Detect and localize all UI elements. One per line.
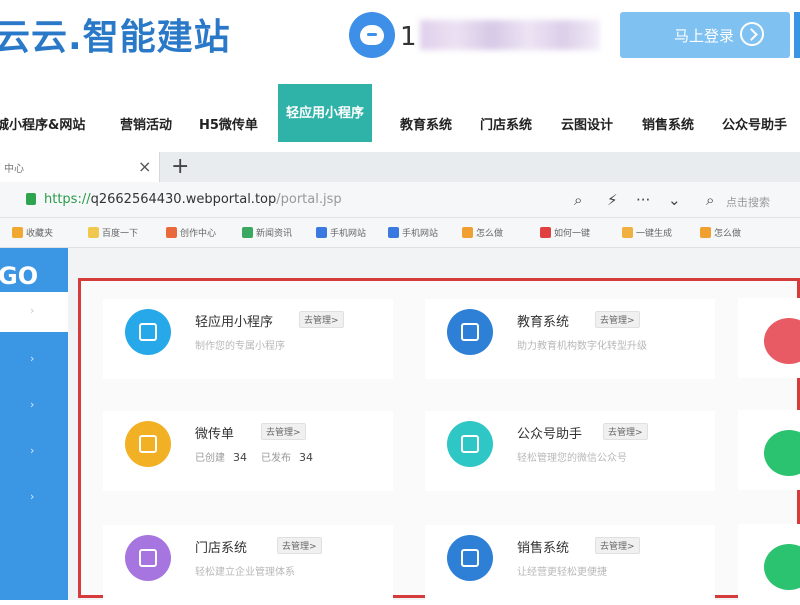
brand-title: 云云.智能建站: [0, 17, 231, 58]
card-title: 门店系统: [195, 541, 248, 556]
card-title: 教育系统: [517, 315, 570, 330]
card-desc: 助力教育机构数字化转型升级: [517, 341, 647, 352]
document-icon: [125, 421, 171, 467]
nav-item-h5-flyer[interactable]: H5微传单: [199, 106, 258, 146]
product-card-official-account[interactable]: 公众号助手 去管理> 轻松管理您的微信公众号: [425, 411, 715, 491]
bookmark-item[interactable]: 手机网站: [316, 226, 366, 239]
nav-item-sales[interactable]: 销售系统: [642, 106, 694, 146]
card-title: 微传单: [195, 427, 235, 442]
product-card-store[interactable]: 门店系统 去管理> 轻松建立企业管理体系: [103, 525, 393, 605]
more-icon[interactable]: ···: [636, 191, 650, 209]
url-field[interactable]: https://q2662564430.webportal.top/portal…: [44, 192, 342, 207]
bookmark-item[interactable]: 创作中心: [166, 226, 216, 239]
browser-tab-strip: 中心 × +: [0, 152, 800, 182]
bookmark-item[interactable]: 收藏夹: [12, 226, 53, 239]
search-icon: ⌕: [706, 191, 715, 209]
nav-item-light-app[interactable]: 轻应用小程序: [278, 84, 373, 142]
product-card-partial[interactable]: [738, 410, 800, 490]
login-button-label: 马上登录: [674, 26, 735, 45]
bookmark-item[interactable]: 百度一下: [88, 226, 138, 239]
close-icon[interactable]: ×: [138, 157, 151, 176]
chevron-right-icon: ›: [30, 304, 35, 317]
book-icon: [447, 309, 493, 355]
account-name-blurred: [420, 20, 600, 50]
card-title: 轻应用小程序: [195, 315, 274, 330]
chevron-right-icon[interactable]: ›: [30, 444, 34, 457]
chat-icon: [447, 421, 493, 467]
card-desc: 让经营更轻松更便捷: [517, 567, 607, 578]
manage-badge[interactable]: 去管理>: [595, 537, 640, 554]
header-edge-strip: [794, 12, 800, 58]
product-card-light-app[interactable]: 轻应用小程序 去管理> 制作您的专属小程序: [103, 299, 393, 379]
manage-badge[interactable]: 去管理>: [603, 423, 648, 440]
manage-badge[interactable]: 去管理>: [261, 423, 306, 440]
nav-item-store[interactable]: 门店系统: [480, 106, 532, 146]
arrow-right-circle-icon: [740, 22, 764, 46]
bookmarks-bar: 收藏夹 百度一下 创作中心 新闻资讯 手机网站 手机网站 怎么做 如何一键 一键…: [0, 218, 800, 248]
bookmark-item[interactable]: 如何一键: [540, 226, 590, 239]
login-button[interactable]: 马上登录: [620, 12, 790, 58]
manage-badge[interactable]: 去管理>: [277, 537, 322, 554]
nav-item-mini-program-site[interactable]: 城小程序&网站: [0, 106, 85, 146]
bookmark-item[interactable]: 一键生成: [622, 226, 672, 239]
tab-title: 中心: [4, 164, 24, 175]
new-tab-icon[interactable]: +: [171, 152, 189, 182]
sidebar: GO › › › › ›: [0, 248, 68, 600]
bookmark-item[interactable]: 手机网站: [388, 226, 438, 239]
card-desc: 轻松管理您的微信公众号: [517, 453, 627, 464]
card-title: 公众号助手: [517, 427, 583, 442]
card-desc: 制作您的专属小程序: [195, 341, 285, 352]
nav-item-cloud-design[interactable]: 云图设计: [561, 106, 613, 146]
product-grid-highlight: 轻应用小程序 去管理> 制作您的专属小程序 教育系统 去管理> 助力教育机构数字…: [78, 278, 800, 605]
bookmark-item[interactable]: 新闻资讯: [242, 226, 292, 239]
product-card-education[interactable]: 教育系统 去管理> 助力教育机构数字化转型升级: [425, 299, 715, 379]
product-card-flyer[interactable]: 微传单 去管理> 已创建 34 已发布 34: [103, 411, 393, 491]
message-icon: [764, 544, 800, 590]
message-icon: [764, 430, 800, 476]
manage-badge[interactable]: 去管理>: [299, 311, 344, 328]
chevron-down-icon[interactable]: ⌄: [668, 191, 681, 209]
lock-icon: [26, 193, 36, 205]
bookmark-item[interactable]: 怎么做: [700, 226, 741, 239]
chevron-right-icon[interactable]: ›: [30, 490, 34, 503]
card-desc: 轻松建立企业管理体系: [195, 567, 295, 578]
browser-tab[interactable]: 中心 ×: [0, 152, 160, 182]
bookmark-item[interactable]: 怎么做: [462, 226, 503, 239]
avatar-icon[interactable]: [349, 12, 395, 58]
manage-badge[interactable]: 去管理>: [595, 311, 640, 328]
nav-item-official-account[interactable]: 公众号助手: [722, 106, 787, 146]
chevron-right-icon[interactable]: ›: [30, 352, 34, 365]
card-title: 销售系统: [517, 541, 570, 556]
image-icon: [764, 318, 800, 364]
product-card-partial[interactable]: [738, 298, 800, 378]
card-stats: 已创建 34 已发布 34: [195, 451, 313, 464]
search-input[interactable]: 点击搜索: [726, 194, 770, 210]
lightning-icon[interactable]: ⚡: [607, 191, 618, 209]
nav-item-education[interactable]: 教育系统: [400, 106, 452, 146]
site-header: 云云.智能建站 1 马上登录: [0, 0, 800, 80]
nav-item-marketing[interactable]: 营销活动: [120, 106, 172, 146]
account-name: 1: [400, 22, 417, 52]
store-icon: [125, 535, 171, 581]
chevron-right-icon[interactable]: ›: [30, 398, 34, 411]
edit-icon: [125, 309, 171, 355]
main-nav: 城小程序&网站 营销活动 H5微传单 轻应用小程序 教育系统 门店系统 云图设计…: [0, 84, 800, 146]
search-icon[interactable]: ⌕: [574, 191, 582, 209]
product-card-partial[interactable]: [738, 524, 800, 604]
sidebar-logo: GO: [0, 262, 39, 290]
address-bar: https://q2662564430.webportal.top/portal…: [0, 182, 800, 218]
sidebar-item-selected[interactable]: ›: [0, 292, 68, 332]
list-icon: [447, 535, 493, 581]
product-card-sales[interactable]: 销售系统 去管理> 让经营更轻松更便捷: [425, 525, 715, 605]
